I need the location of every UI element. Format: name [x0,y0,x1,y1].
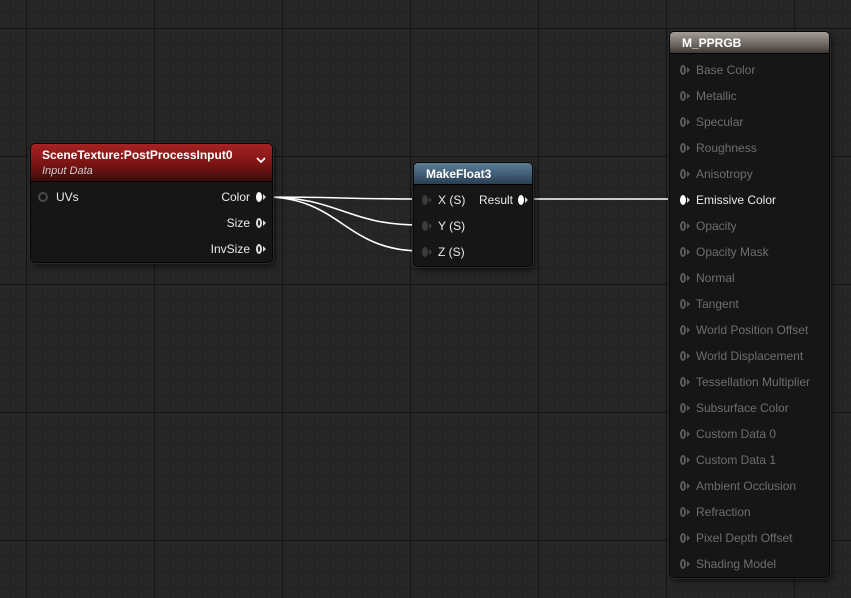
material-input-pin[interactable]: Shading Model [680,555,776,573]
material-input-pin[interactable]: Opacity Mask [680,243,769,261]
output-pin-color[interactable]: Color [221,188,266,206]
pin-result-icon[interactable] [518,195,528,205]
output-pin-size[interactable]: Size [227,214,266,232]
material-input-pin[interactable]: Pixel Depth Offset [680,529,793,547]
make-float3-header[interactable]: MakeFloat3 [414,163,532,185]
material-pin-label: Subsurface Color [696,401,789,415]
material-input-pin[interactable]: Anisotropy [680,165,753,183]
material-pin-icon[interactable] [680,351,690,361]
material-pin-icon[interactable] [680,195,690,205]
collapse-chevron-icon[interactable] [256,154,266,164]
material-pin-icon[interactable] [680,247,690,257]
node-title: SceneTexture:PostProcessInput0 [42,148,233,162]
material-result-node[interactable]: M_PPRGB Base Color Metallic Specular Roughn… [669,31,830,578]
material-input-pin[interactable]: Specular [680,113,743,131]
material-input-pin[interactable]: Custom Data 0 [680,425,776,443]
material-pin-label: Tessellation Multiplier [696,375,811,389]
material-pin-label: Refraction [696,505,751,519]
output-pin-result[interactable]: Result [479,191,528,209]
wire-color-to-x[interactable] [264,196,422,200]
pin-label: UVs [56,190,79,204]
material-input-pin[interactable]: Emissive Color [680,191,776,209]
material-input-pin[interactable]: Metallic [680,87,737,105]
material-pin-icon[interactable] [680,481,690,491]
node-title: MakeFloat3 [426,167,492,181]
material-pin-icon[interactable] [680,533,690,543]
material-input-pin[interactable]: Base Color [680,61,755,79]
material-pin-label: Opacity [696,219,737,233]
input-pin-y[interactable]: Y (S) [422,217,465,235]
material-pin-icon[interactable] [680,91,690,101]
material-pin-label: Ambient Occlusion [696,479,797,493]
input-pin-uvs[interactable]: UVs [38,188,79,206]
material-pin-icon[interactable] [680,65,690,75]
material-pin-icon[interactable] [680,559,690,569]
output-pin-invsize[interactable]: InvSize [211,240,266,258]
material-input-pin[interactable]: Custom Data 1 [680,451,776,469]
material-pin-label: Custom Data 0 [696,427,777,441]
material-pin-label: Opacity Mask [696,245,769,259]
material-header[interactable]: M_PPRGB [670,32,829,54]
pin-label: InvSize [210,242,250,256]
material-pin-icon[interactable] [680,403,690,413]
material-pin-label: Specular [696,115,744,129]
material-input-pin[interactable]: World Position Offset [680,321,808,339]
material-input-pin[interactable]: Tessellation Multiplier [680,373,810,391]
material-pin-label: Pixel Depth Offset [696,531,793,545]
input-pin-x[interactable]: X (S) [422,191,465,209]
pin-label: Z (S) [438,245,465,259]
material-input-pin[interactable]: Refraction [680,503,751,521]
pin-color-icon[interactable] [256,192,266,202]
material-input-pin[interactable]: Ambient Occlusion [680,477,796,495]
material-input-pin[interactable]: World Displacement [680,347,803,365]
material-pin-label: Shading Model [696,557,777,571]
material-input-pin[interactable]: Tangent [680,295,739,313]
material-pin-label: Anisotropy [696,167,753,181]
pin-uvs-icon[interactable] [38,192,48,202]
pin-label: Color [221,190,250,204]
material-pin-icon[interactable] [680,169,690,179]
material-pin-icon[interactable] [680,221,690,231]
material-pin-label: Tangent [696,297,739,311]
material-pin-icon[interactable] [680,455,690,465]
pin-z-icon[interactable] [422,247,432,257]
input-pin-z[interactable]: Z (S) [422,243,465,261]
scene-texture-node[interactable]: SceneTexture:PostProcessInput0 Input Dat… [30,143,273,263]
material-pin-icon[interactable] [680,429,690,439]
material-pin-label: World Displacement [696,349,804,363]
material-input-pin[interactable]: Normal [680,269,735,287]
node-title: M_PPRGB [682,36,742,50]
pin-label: Result [478,193,513,207]
pin-x-icon[interactable] [422,195,432,205]
material-pin-icon[interactable] [680,143,690,153]
material-input-pin[interactable]: Subsurface Color [680,399,789,417]
material-pin-label: Custom Data 1 [696,453,777,467]
node-subtitle: Input Data [42,165,93,177]
material-pin-label: Normal [696,271,735,285]
material-pin-icon[interactable] [680,507,690,517]
material-pin-label: Emissive Color [696,193,777,207]
material-input-pin[interactable]: Roughness [680,139,757,157]
make-float3-node[interactable]: MakeFloat3 X (S) Y (S) Z (S) Result [413,162,533,267]
material-pin-label: Metallic [696,89,737,103]
material-pin-icon[interactable] [680,299,690,309]
material-pin-icon[interactable] [680,117,690,127]
material-pin-label: Base Color [696,63,756,77]
pin-label: Size [226,216,250,230]
material-pin-icon[interactable] [680,325,690,335]
pin-invsize-icon[interactable] [256,244,266,254]
material-pin-icon[interactable] [680,377,690,387]
material-input-pin[interactable]: Opacity [680,217,737,235]
pin-size-icon[interactable] [256,218,266,228]
material-pin-label: World Position Offset [696,323,809,337]
pin-y-icon[interactable] [422,221,432,231]
scene-texture-header[interactable]: SceneTexture:PostProcessInput0 Input Dat… [31,144,272,182]
material-pin-icon[interactable] [680,273,690,283]
wire-color-to-z[interactable] [264,196,422,252]
pin-label: X (S) [438,193,466,207]
wire-color-to-y[interactable] [264,196,422,226]
material-pin-label: Roughness [696,141,757,155]
pin-label: Y (S) [438,219,466,233]
